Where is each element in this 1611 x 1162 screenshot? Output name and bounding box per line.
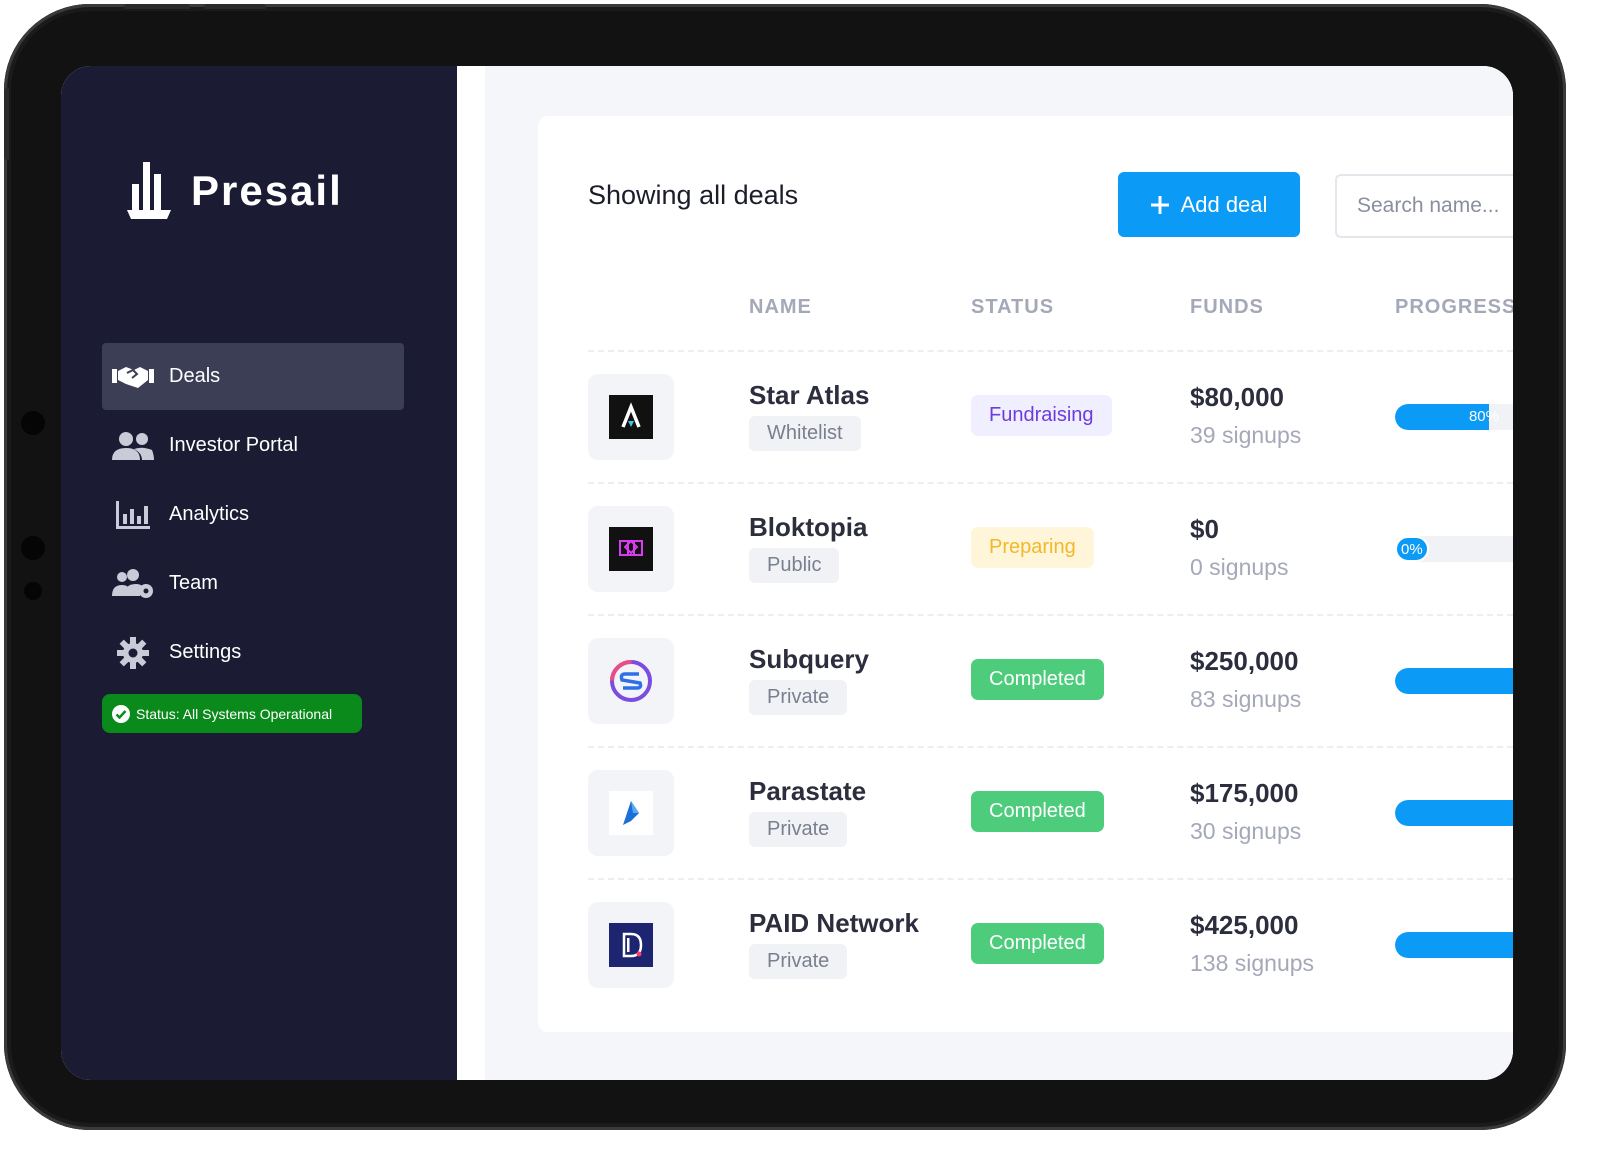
app-screen: Presail Deals Investor Portal Analytics … [61,66,1513,1080]
table-row[interactable]: Star Atlas Whitelist Fundraising $80,000… [538,352,1513,484]
deal-logo [588,506,674,592]
subquery-logo-icon [610,660,652,702]
progress-bar [1395,800,1513,826]
deal-funds: $250,000 [1190,646,1299,676]
deal-signups: 138 signups [1190,950,1315,976]
deal-funds: $0 [1190,514,1219,544]
sidebar-item-label: Team [169,572,218,594]
deal-funds: $425,000 [1190,910,1299,940]
deal-logo [588,638,674,724]
check-circle-icon [112,704,130,723]
progress-bar: 80% [1395,404,1513,430]
sidebar-item-analytics[interactable]: Analytics [102,481,404,548]
plus-icon [1150,195,1169,214]
table-row[interactable]: Parastate Private Completed $175,000 30 … [538,748,1513,880]
search-input[interactable] [1335,174,1513,238]
sensor-dot [21,536,45,560]
page-title: Showing all deals [588,180,799,210]
sidebar-nav: Deals Investor Portal Analytics Team Set… [102,343,404,688]
deal-logo [588,770,674,856]
deal-type-badge: Private [749,944,848,979]
paid-network-logo-icon [609,923,653,967]
sidebar: Presail Deals Investor Portal Analytics … [61,66,457,1080]
status-badge: Completed [971,791,1104,832]
parastate-logo-icon [609,791,653,835]
column-header-name[interactable]: NAME [749,296,812,319]
deal-type-badge: Whitelist [749,416,861,451]
power-button [204,4,266,9]
status-badge: Completed [971,659,1104,700]
status-badge: Preparing [971,527,1094,568]
deal-logo [588,374,674,460]
bloktopia-logo-icon [609,527,653,571]
add-deal-button[interactable]: Add deal [1118,172,1300,237]
brand-logo[interactable]: Presail [127,162,343,220]
table-row[interactable]: Bloktopia Public Preparing $0 0 signups … [538,484,1513,616]
app-name: Presail [191,167,343,214]
deal-name[interactable]: PAID Network [749,908,919,939]
deal-name[interactable]: Parastate [749,776,866,807]
progress-label: 80% [1468,408,1499,425]
users-icon [111,431,155,461]
table-row[interactable]: Subquery Private Completed $250,000 83 s… [538,616,1513,748]
star-atlas-logo-icon [609,395,653,439]
sidebar-item-label: Analytics [169,503,250,525]
progress-bar [1395,668,1513,694]
handshake-icon [111,362,155,392]
add-deal-label: Add deal [1180,191,1268,217]
sidebar-item-team[interactable]: Team [102,550,404,617]
progress-bar [1395,932,1513,958]
status-badge: Completed [971,923,1104,964]
deal-name[interactable]: Star Atlas [749,380,869,411]
deal-signups: 39 signups [1190,422,1302,448]
deal-type-badge: Public [749,548,840,583]
deal-name[interactable]: Subquery [749,644,869,675]
status-text: Status: All Systems Operational [136,705,333,722]
deal-signups: 30 signups [1190,818,1302,844]
progress-bar: 0% [1395,536,1513,562]
status-badge: Fundraising [971,395,1112,436]
column-header-progress[interactable]: PROGRESS [1395,296,1513,319]
deal-funds: $80,000 [1190,382,1284,412]
progress-fill [1395,668,1513,694]
column-header-funds[interactable]: FUNDS [1190,296,1264,319]
sidebar-item-label: Investor Portal [169,434,298,456]
content-background: Showing all deals Add deal NAME STATUS F… [485,66,1513,1080]
sidebar-item-label: Settings [169,641,242,663]
users-gear-icon [111,568,155,599]
column-header-status[interactable]: STATUS [971,296,1054,319]
sensor-dot [21,411,45,435]
side-button [4,88,9,160]
sidebar-item-settings[interactable]: Settings [102,619,404,686]
progress-fill [1395,932,1513,958]
deal-funds: $175,000 [1190,778,1299,808]
volume-button [124,4,190,9]
deal-type-badge: Private [749,812,848,847]
sensor-dot [24,582,42,600]
tablet-frame: Presail Deals Investor Portal Analytics … [4,4,1566,1130]
main-content: Showing all deals Add deal NAME STATUS F… [457,66,1513,1080]
system-status-badge[interactable]: Status: All Systems Operational [102,694,362,733]
deal-signups: 83 signups [1190,686,1302,712]
table-row[interactable]: PAID Network Private Completed $425,000 … [538,880,1513,1012]
deal-signups: 0 signups [1190,554,1289,580]
progress-fill [1395,800,1513,826]
progress-label: 0% [1395,536,1429,562]
presail-logo-icon [127,162,171,219]
bar-chart-icon [111,500,155,530]
sidebar-item-label: Deals [169,365,221,387]
deal-name[interactable]: Bloktopia [749,512,867,543]
deal-type-badge: Private [749,680,848,715]
deal-logo [588,902,674,988]
deals-card: Showing all deals Add deal NAME STATUS F… [538,116,1513,1032]
gear-icon [111,636,155,669]
sidebar-item-deals[interactable]: Deals [102,343,404,410]
sidebar-item-investor-portal[interactable]: Investor Portal [102,412,404,479]
